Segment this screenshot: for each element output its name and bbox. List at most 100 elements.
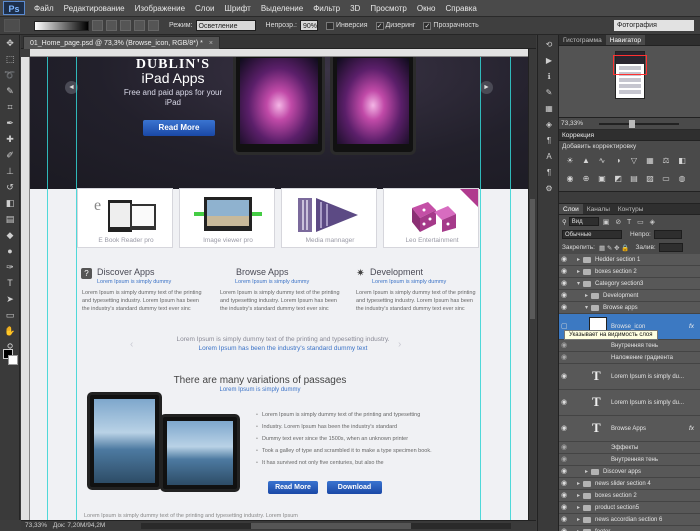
document-canvas[interactable]: DUBLIN'S iPad Apps Free and paid apps fo… (30, 57, 528, 520)
marquee-tool-icon[interactable]: ⬚ (2, 52, 18, 67)
diamond-gradient-icon[interactable] (148, 20, 159, 31)
chevron-right-icon[interactable]: ▸ (577, 266, 580, 278)
chevron-right-icon[interactable]: ▸ (577, 502, 580, 514)
type-tool-icon[interactable]: T (2, 276, 18, 291)
hero-read-more-button[interactable]: Read More (143, 120, 215, 136)
menu-file[interactable]: Файл (29, 4, 59, 13)
menu-type[interactable]: Шрифт (219, 4, 255, 13)
dither-checkbox[interactable] (375, 21, 384, 30)
linear-gradient-icon[interactable] (92, 20, 103, 31)
gradient-map-icon[interactable]: ▭ (660, 173, 672, 185)
shape-tool-icon[interactable]: ▭ (2, 308, 18, 323)
invert-icon[interactable]: ◩ (612, 173, 624, 185)
status-zoom[interactable]: 73,33% (25, 522, 47, 529)
eraser-tool-icon[interactable]: ◧ (2, 196, 18, 211)
threshold-icon[interactable]: ▨ (644, 173, 656, 185)
layer-row[interactable]: ◉ ▸ footer (559, 526, 700, 531)
fill-input[interactable] (658, 243, 683, 252)
navigator-zoom-value[interactable]: 73,33% (561, 120, 583, 127)
thumb-image-viewer[interactable]: Image viewer pro (179, 188, 275, 248)
quick-select-tool-icon[interactable]: ✎ (2, 84, 18, 99)
download-button[interactable]: Download (327, 481, 382, 494)
effect-row[interactable]: ◉ Эффекты (559, 442, 700, 454)
transparency-checkbox[interactable] (423, 21, 432, 30)
tab-paths[interactable]: Контуры (614, 204, 648, 214)
eye-icon[interactable]: ◉ (561, 478, 571, 490)
fx-icon[interactable]: fx (689, 416, 694, 442)
chevron-right-icon[interactable]: ▸ (577, 526, 580, 531)
eye-icon[interactable]: ◉ (561, 364, 571, 390)
layer-filter-icons[interactable]: ▣ ⊘ T ▭ ◈ (603, 218, 657, 226)
eye-icon[interactable]: ◉ (561, 416, 571, 442)
tab-histogram[interactable]: Гистограмма (559, 35, 606, 45)
lasso-tool-icon[interactable]: ➰ (2, 68, 18, 83)
menu-3d[interactable]: 3D (345, 4, 365, 13)
eye-icon[interactable]: ◉ (561, 352, 571, 364)
eye-icon[interactable]: ◉ (561, 526, 571, 531)
tool-preset-picker[interactable] (4, 19, 20, 32)
thumb-leo-entertainment[interactable]: Leo Entertainment (383, 188, 479, 248)
background-color-swatch[interactable] (8, 355, 18, 365)
eye-icon[interactable]: ◉ (561, 502, 571, 514)
swatches-icon[interactable]: ▦ (542, 103, 556, 115)
canvas-horizontal-scrollbar[interactable] (141, 523, 511, 529)
eye-icon[interactable]: ◉ (561, 466, 571, 478)
layer-row[interactable]: ◉ T Lorem Ipsum is simply du... (559, 390, 700, 416)
tab-layers[interactable]: Слои (559, 204, 583, 214)
layer-kind-filter[interactable]: Вид (568, 217, 599, 226)
tool-presets-icon[interactable]: ⚙ (542, 183, 556, 195)
paragraph-icon[interactable]: ¶ (542, 135, 556, 147)
eye-icon[interactable]: ◉ (561, 514, 571, 526)
menu-select[interactable]: Выделение (256, 4, 308, 13)
eye-icon[interactable]: ◉ (561, 266, 571, 278)
hero-next-arrow-icon[interactable]: ► (480, 81, 493, 94)
guide-line[interactable] (480, 57, 481, 520)
eye-icon[interactable]: ◉ (561, 302, 571, 314)
gradient-picker[interactable] (34, 20, 89, 31)
brush-presets-icon[interactable]: ✎ (542, 87, 556, 99)
paragraph-styles-icon[interactable]: ¶ (542, 167, 556, 179)
color-lookup-icon[interactable]: ▣ (596, 173, 608, 185)
document-tab[interactable]: 01_Home_page.psd @ 73,3% (Browse_icon, R… (23, 36, 220, 49)
eye-icon[interactable]: ◉ (561, 278, 571, 290)
eye-icon[interactable]: ◉ (561, 454, 571, 466)
play-actions-icon[interactable]: ▶ (542, 55, 556, 67)
close-icon[interactable]: × (209, 40, 213, 47)
effect-row[interactable]: ◉ Внутренняя тень (559, 340, 700, 352)
reflected-gradient-icon[interactable] (134, 20, 145, 31)
hand-tool-icon[interactable]: ✋ (2, 324, 18, 339)
layer-row[interactable]: ◉ ▸ Discover apps (559, 466, 700, 478)
canvas-vertical-scrollbar[interactable] (528, 49, 536, 520)
curves-icon[interactable]: ∿ (596, 155, 608, 167)
inversion-checkbox[interactable] (325, 21, 334, 30)
menu-window[interactable]: Окно (412, 4, 441, 13)
navigator-view-box[interactable] (613, 55, 647, 75)
black-white-icon[interactable]: ◧ (676, 155, 688, 167)
info-icon[interactable]: ℹ (542, 71, 556, 83)
layer-row[interactable]: ◉ ▾ Browse apps (559, 302, 700, 314)
levels-icon[interactable]: ▲ (580, 155, 592, 167)
photo-filter-icon[interactable]: ◉ (564, 173, 576, 185)
mode-select[interactable]: Осветление (195, 20, 256, 31)
pen-tool-icon[interactable]: ✑ (2, 260, 18, 275)
menu-image[interactable]: Изображение (130, 4, 190, 13)
layer-row[interactable]: ◉ ▸ Development (559, 290, 700, 302)
effect-row[interactable]: ◉ Наложение градиента (559, 352, 700, 364)
layer-row[interactable]: ◉ ▸ product section5 (559, 502, 700, 514)
eyedropper-tool-icon[interactable]: ✒ (2, 116, 18, 131)
styles-icon[interactable]: ◈ (542, 119, 556, 131)
navigator-preview[interactable] (559, 46, 700, 118)
lock-icons[interactable]: ▦ ✎ ✥ 🔒 (599, 244, 630, 252)
tab-channels[interactable]: Каналы (583, 204, 614, 214)
gradient-tool-icon[interactable]: ▤ (2, 212, 18, 227)
layer-row[interactable]: ◉ ▸ news accordian section 6 (559, 514, 700, 526)
zoom-slider[interactable] (599, 123, 679, 125)
layer-row[interactable]: ◉ T Browse Apps fx (559, 416, 700, 442)
zoom-slider-handle[interactable] (629, 120, 635, 128)
read-more-button[interactable]: Read More (268, 481, 318, 494)
chevron-right-icon[interactable]: ▸ (585, 290, 588, 302)
chevron-down-icon[interactable]: ▾ (585, 302, 588, 314)
layer-row[interactable]: ◉ T Lorem Ipsum is simply du... (559, 364, 700, 390)
menu-help[interactable]: Справка (440, 4, 481, 13)
hue-saturation-icon[interactable]: ▦ (644, 155, 656, 167)
